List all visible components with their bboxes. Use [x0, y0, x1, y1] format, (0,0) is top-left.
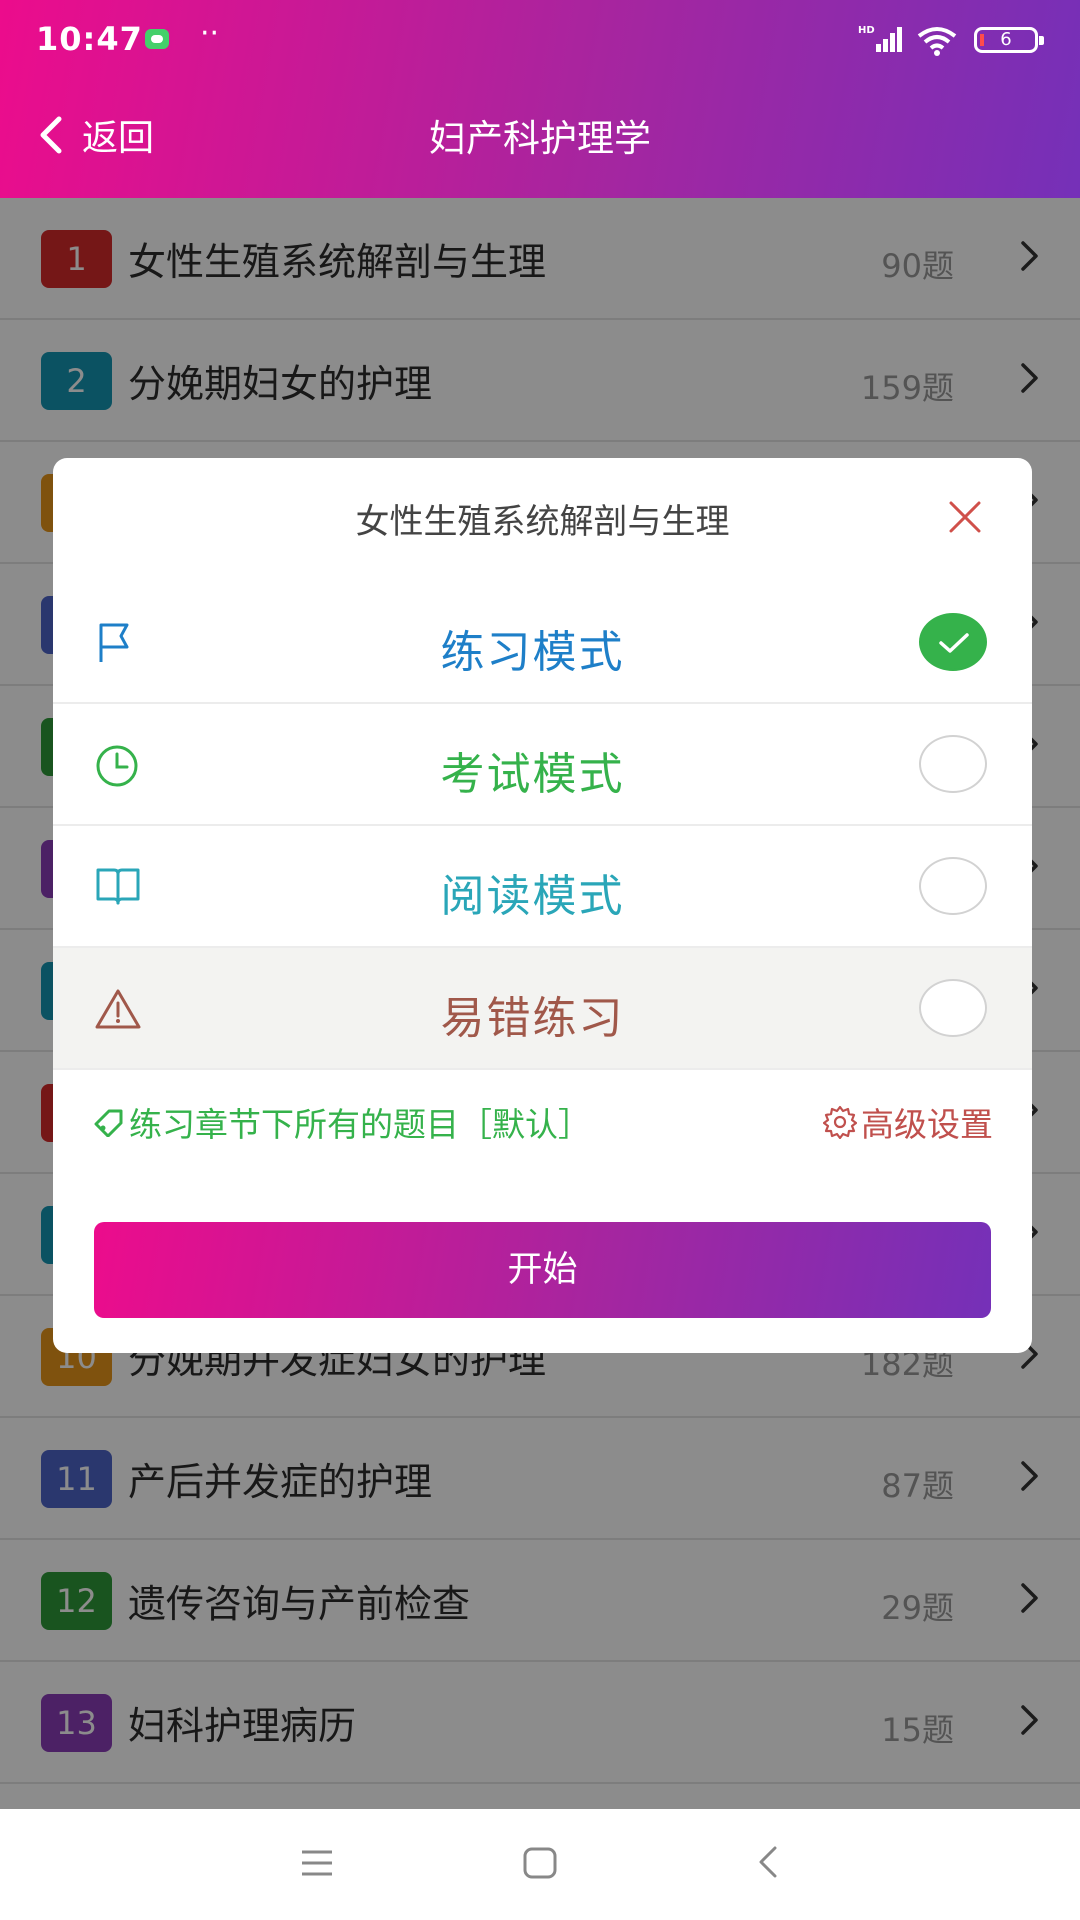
more-notifications-icon: ··	[200, 16, 220, 51]
gear-icon	[823, 1105, 857, 1139]
check-icon	[939, 633, 969, 653]
question-scope-label: 练习章节下所有的题目［默认］	[129, 1105, 591, 1144]
signal-icon: HD	[858, 25, 902, 52]
status-bar: 10:47 ·· HD 6	[0, 0, 1080, 80]
advanced-settings-label: 高级设置	[861, 1105, 993, 1144]
start-button[interactable]: 开始	[94, 1222, 991, 1318]
settings-row: 练习章节下所有的题目［默认］ 高级设置	[93, 1098, 993, 1148]
mode-mistakes[interactable]: 易错练习	[53, 948, 1032, 1070]
app-header: 10:47 ·· HD 6 返回 妇产科护理学	[0, 0, 1080, 198]
page-title: 妇产科护理学	[429, 117, 651, 160]
close-icon[interactable]	[948, 500, 982, 534]
mode-radio-checked[interactable]	[919, 613, 987, 671]
mode-radio[interactable]	[919, 979, 987, 1037]
mode-radio[interactable]	[919, 735, 987, 793]
wifi-icon	[917, 27, 957, 56]
advanced-settings-button[interactable]: 高级设置	[823, 1098, 993, 1146]
mode-label: 阅读模式	[440, 871, 625, 922]
system-nav-bar	[0, 1809, 1080, 1920]
back-nav-icon[interactable]	[757, 1845, 779, 1879]
mode-label: 练习模式	[440, 627, 625, 678]
dialog-title: 女性生殖系统解剖与生理	[355, 502, 730, 542]
network-type-label: HD	[858, 25, 875, 36]
mode-practice[interactable]: 练习模式	[53, 582, 1032, 704]
mode-exam[interactable]: 考试模式	[53, 704, 1032, 826]
battery-icon: 6	[974, 27, 1044, 53]
status-time: 10:47	[36, 20, 143, 58]
message-notification-icon	[145, 29, 169, 49]
home-icon[interactable]	[523, 1847, 557, 1879]
mode-select-dialog: 女性生殖系统解剖与生理 练习模式 考试模式 阅读模式 易错练习 练习章节下所有的…	[53, 458, 1032, 1353]
mode-reading[interactable]: 阅读模式	[53, 826, 1032, 948]
tag-icon	[94, 1109, 123, 1137]
question-scope-link[interactable]: 练习章节下所有的题目［默认］	[93, 1098, 591, 1146]
mode-label: 易错练习	[440, 993, 625, 1044]
menu-icon[interactable]	[301, 1849, 333, 1877]
mode-radio[interactable]	[919, 857, 987, 915]
mode-label: 考试模式	[440, 749, 625, 800]
